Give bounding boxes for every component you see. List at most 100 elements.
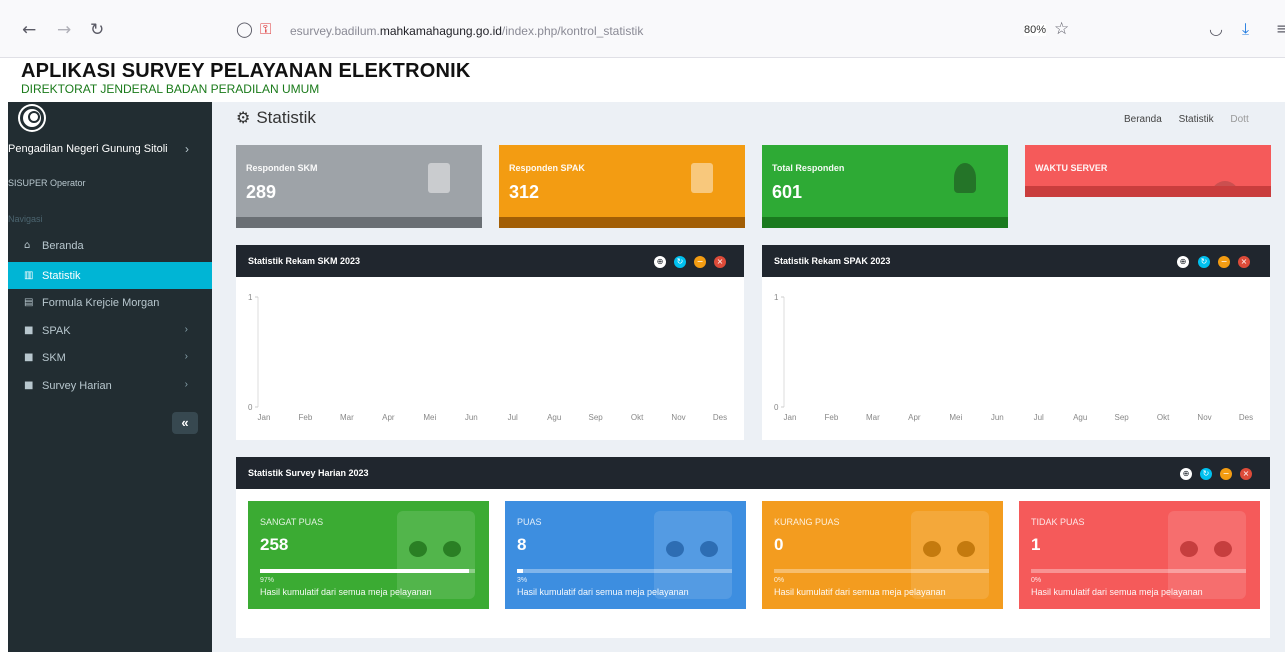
mood-label: PUAS — [517, 517, 542, 527]
home-icon: ⌂ — [24, 240, 31, 251]
neutral-face-icon — [654, 511, 732, 599]
sidebar-item-label: Beranda — [42, 239, 84, 252]
stat-value: 289 — [246, 182, 277, 202]
breadcrumb: Beranda Statistik Dott — [1124, 114, 1263, 125]
x-tick-label: Jan — [784, 413, 797, 422]
close-icon[interactable]: × — [1238, 256, 1250, 268]
mood-percent: 3% — [517, 577, 528, 584]
sidebar-item-survey-harian[interactable]: ■ Survey Harian › — [8, 372, 212, 399]
breadcrumb-current: Dott — [1230, 114, 1249, 125]
chevron-right-icon[interactable]: › — [185, 142, 189, 156]
y-tick-label: 1 — [248, 293, 253, 302]
progress-bar — [517, 569, 732, 573]
user-role: SISUPER Operator — [8, 178, 86, 188]
expand-icon[interactable]: ⊕ — [654, 256, 666, 268]
file-icon: ■ — [24, 352, 34, 363]
panel-header: Statistik Survey Harian 2023 ⊕ ↻ − × — [236, 457, 1270, 489]
y-tick-label: 0 — [774, 403, 779, 412]
x-tick-label: Agu — [547, 413, 561, 422]
x-tick-label: Mar — [866, 413, 880, 422]
x-tick-label: Mei — [949, 413, 962, 422]
sidebar-item-skm[interactable]: ■ SKM › — [8, 344, 212, 371]
mood-value: 258 — [260, 535, 289, 554]
browser-toolbar: ← → ↻ ◯ ⚿ esurvey.badilum.mahkamahagung.… — [0, 0, 1285, 58]
x-tick-label: Jun — [991, 413, 1004, 422]
collapse-sidebar-button[interactable]: « — [172, 412, 198, 434]
reload-icon[interactable]: ↻ — [90, 20, 104, 40]
nav-header: Navigasi — [8, 214, 43, 224]
sidebar-item-beranda[interactable]: ⌂ Beranda — [8, 232, 212, 259]
refresh-icon[interactable]: ↻ — [674, 256, 686, 268]
eye — [923, 541, 941, 557]
x-tick-label: Apr — [908, 413, 921, 422]
minimize-icon[interactable]: − — [694, 256, 706, 268]
sidebar-item-formula-krejcie-morgan[interactable]: ▤ Formula Krejcie Morgan — [8, 289, 212, 316]
x-tick-label: Mei — [423, 413, 436, 422]
mood-description: Hasil kumulatif dari semua meja pelayana… — [260, 587, 432, 597]
calculator-icon: ▤ — [24, 297, 34, 308]
refresh-icon[interactable]: ↻ — [1198, 256, 1210, 268]
eye — [1180, 541, 1198, 557]
x-tick-label: Jan — [258, 413, 271, 422]
lock-icon[interactable]: ⚿ — [260, 20, 271, 38]
panel-rekam-spak: Statistik Rekam SPAK 2023 ⊕ ↻ − × 0 1 Jan F… — [762, 245, 1270, 440]
sidebar-item-spak[interactable]: ■ SPAK › — [8, 317, 212, 344]
stat-title: Responden SPAK — [509, 163, 585, 173]
minimize-icon[interactable]: − — [1218, 256, 1230, 268]
expand-icon[interactable]: ⊕ — [1177, 256, 1189, 268]
mood-percent: 97% — [260, 577, 275, 584]
progress-fill — [260, 569, 469, 573]
x-tick-label: Okt — [1157, 413, 1170, 422]
stat-title: Responden SKM — [246, 163, 318, 173]
mood-label: SANGAT PUAS — [260, 517, 324, 527]
mood-percent: 0% — [774, 577, 785, 584]
stat-title: Total Responden — [772, 163, 845, 173]
breadcrumb-home[interactable]: Beranda — [1124, 114, 1162, 125]
menu-icon[interactable]: ≡ — [1276, 19, 1285, 38]
y-tick-label: 1 — [774, 293, 779, 302]
pocket-icon[interactable]: ◡ — [1209, 19, 1223, 38]
url-bar[interactable]: ◯ ⚿ esurvey.badilum.mahkamahagung.go.id/… — [228, 15, 1086, 47]
mood-box-tidak-puas: TIDAK PUAS 1 0% Hasil kumulatif dari sem… — [1019, 501, 1260, 609]
breadcrumb-statistik[interactable]: Statistik — [1179, 114, 1214, 125]
progress-fill — [517, 569, 524, 573]
x-tick-label: Feb — [299, 413, 313, 422]
stat-box-total-responden: Total Responden 601 — [762, 145, 1008, 228]
sidebar-item-label: SKM — [42, 351, 66, 364]
happy-face-icon — [397, 511, 475, 599]
stat-box-responden-skm: Responden SKM 289 — [236, 145, 482, 228]
mood-description: Hasil kumulatif dari semua meja pelayana… — [774, 587, 946, 597]
x-tick-label: Des — [713, 413, 727, 422]
file-icon: ■ — [24, 380, 34, 391]
sidebar-item-statistik[interactable]: ▥ Statistik — [8, 262, 212, 289]
panel-header: Statistik Rekam SPAK 2023 ⊕ ↻ − × — [762, 245, 1270, 277]
expand-icon[interactable]: ⊕ — [1180, 468, 1192, 480]
eye — [700, 541, 718, 557]
back-icon[interactable]: ← — [22, 20, 36, 40]
user-icon — [954, 163, 976, 193]
panel-title: Statistik Survey Harian 2023 — [248, 468, 369, 478]
refresh-icon[interactable]: ↻ — [1200, 468, 1212, 480]
app-subtitle: DIREKTORAT JENDERAL BADAN PERADILAN UMUM — [21, 82, 320, 96]
stat-box-waktu-server: WAKTU SERVER — [1025, 145, 1271, 197]
forward-icon[interactable]: → — [57, 20, 71, 40]
gear-icon: ⚙ — [236, 108, 251, 127]
stat-value: 312 — [509, 182, 540, 202]
sad-face-icon — [1168, 511, 1246, 599]
close-icon[interactable]: × — [714, 256, 726, 268]
x-tick-label: Sep — [589, 413, 604, 422]
shield-icon[interactable]: ◯ — [236, 20, 253, 38]
bookmark-star-icon[interactable]: ☆ — [1054, 19, 1069, 39]
user-name[interactable]: Pengadilan Negeri Gunung Sitoli — [8, 142, 168, 156]
stat-footer — [762, 217, 1008, 228]
minimize-icon[interactable]: − — [1220, 468, 1232, 480]
download-icon[interactable]: ⤓ — [1242, 19, 1249, 39]
zoom-level[interactable]: 80% — [1024, 24, 1047, 36]
url-text[interactable]: esurvey.badilum.mahkamahagung.go.id/inde… — [290, 24, 643, 38]
x-tick-label: Okt — [631, 413, 644, 422]
chevron-right-icon: › — [184, 379, 188, 390]
close-icon[interactable]: × — [1240, 468, 1252, 480]
x-tick-label: Apr — [382, 413, 395, 422]
chevron-right-icon: › — [184, 324, 188, 335]
main-content: ⚙ Statistik Beranda Statistik Dott Respon… — [212, 102, 1285, 652]
